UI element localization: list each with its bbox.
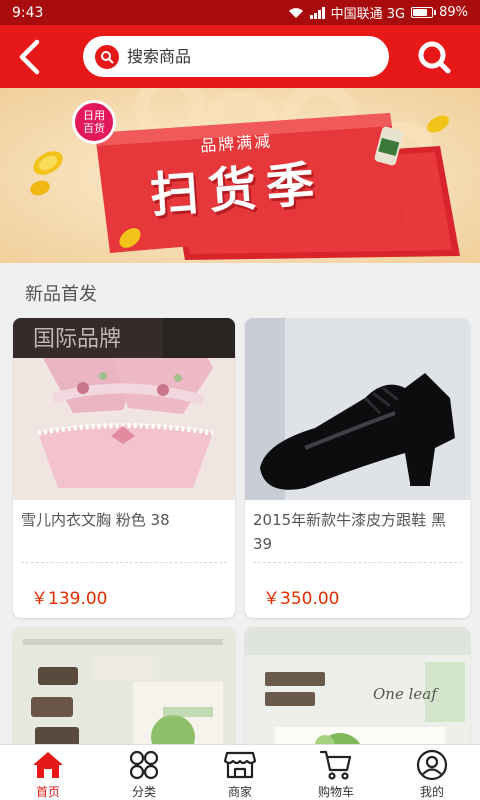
product-price: ￥350.00 [263,589,340,609]
tab-label: 购物车 [317,785,354,799]
battery-icon [411,7,437,18]
card-divider [21,562,227,563]
wifi-icon [288,7,303,18]
section-title: 新品首发 [25,284,97,305]
search-input[interactable] [127,47,357,66]
search-button-icon[interactable] [416,39,452,75]
product-image [245,318,470,500]
cart-icon [319,749,353,781]
black-shoe-image [245,318,470,500]
promo-banner[interactable]: 日用百货 品牌满减 扫货季 [0,88,480,263]
search-bar[interactable] [83,36,389,77]
product-card[interactable]: 国际品牌 雪儿内衣文胸 粉色 38 ￥139.00 [13,318,235,618]
tab-home[interactable]: 首页 [0,745,96,800]
shop-icon [223,749,257,781]
svg-text:One leaf: One leaf [373,685,439,703]
home-icon [31,749,65,781]
tab-label: 我的 [419,785,444,799]
tab-profile[interactable]: 我的 [384,745,480,800]
signal-icon [309,6,325,19]
product-name: 2015年新款牛漆皮方跟鞋 黑 39 [253,511,446,553]
tab-label: 商家 [227,785,252,799]
bottom-tab-bar: 首页 分类 商家 购物车 我的 [0,744,480,800]
tab-shop[interactable]: 商家 [192,745,288,800]
tab-label: 分类 [131,785,156,799]
chevron-left-icon [19,39,40,74]
search-icon [95,44,119,69]
product-price: ￥139.00 [31,589,108,609]
category-icon [127,749,161,781]
pink-lingerie-image: 国际品牌 [13,318,235,500]
banner-badge: 日用百货 [72,100,116,144]
product-image: 国际品牌 [13,318,235,500]
user-icon [415,749,449,781]
product-card[interactable]: 2015年新款牛漆皮方跟鞋 黑 39 ￥350.00 [245,318,470,618]
svg-text:国际品牌: 国际品牌 [33,327,121,352]
status-indicators: 中国联通 3G 89% [288,3,468,22]
card-divider [253,562,462,563]
battery-percent: 89% [439,5,468,20]
app-header [0,25,480,88]
tab-category[interactable]: 分类 [96,745,192,800]
status-time: 9:43 [12,4,44,21]
carrier-label: 中国联通 3G [330,7,406,22]
banner-badge-text: 日用百货 [83,109,105,135]
banner-title: 扫货季 [148,155,327,224]
status-bar: 9:43 中国联通 3G 89% [0,0,480,25]
tab-cart[interactable]: 购物车 [288,745,384,800]
tab-label: 首页 [35,785,60,799]
back-button[interactable] [0,25,60,88]
product-name: 雪儿内衣文胸 粉色 38 [21,511,170,529]
